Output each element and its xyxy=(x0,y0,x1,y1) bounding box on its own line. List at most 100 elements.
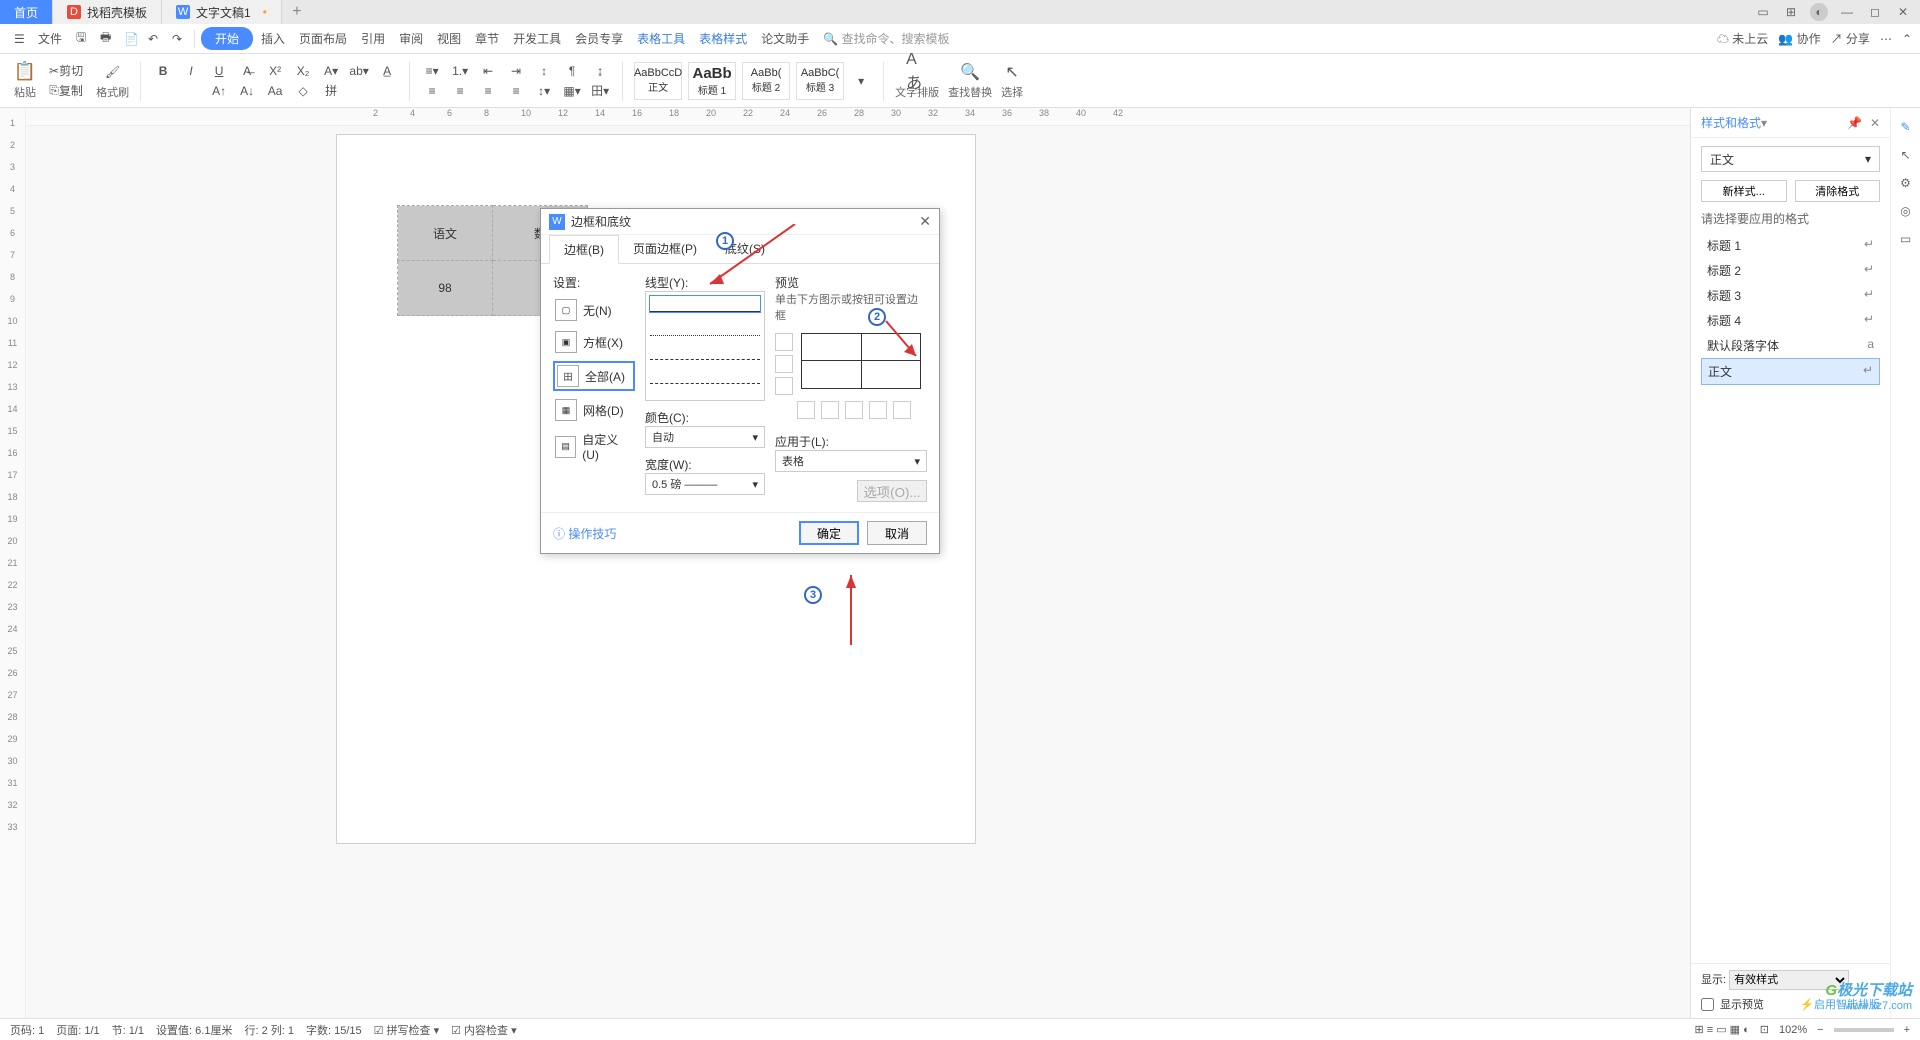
dialog-tab-page-border[interactable]: 页面边框(P) xyxy=(619,235,711,263)
menu-thesis[interactable]: 论文助手 xyxy=(755,27,815,50)
panel-close-icon[interactable]: ✕ xyxy=(1870,116,1880,130)
status-contentcheck[interactable]: ☑ 内容检查 ▾ xyxy=(451,1022,517,1038)
line-type-list[interactable] xyxy=(645,291,765,401)
print-icon[interactable]: 🖶 xyxy=(94,25,116,52)
view-mode-icons[interactable]: ⊞ ≡ ▭ ▦ ◐ xyxy=(1694,1023,1749,1036)
underline-btn[interactable]: U xyxy=(208,61,230,81)
subscript-btn[interactable]: X₂ xyxy=(292,61,314,81)
style-item-default[interactable]: 默认段落字体a xyxy=(1701,333,1880,358)
table-cell[interactable]: 语文 xyxy=(398,206,493,261)
zoom-slider[interactable] xyxy=(1834,1028,1894,1032)
more-icon[interactable]: ⋯ xyxy=(1880,32,1892,46)
ok-button[interactable]: 确定 xyxy=(799,521,859,545)
cut-btn[interactable]: ✂ 剪切 xyxy=(45,61,87,81)
style-h3[interactable]: AaBbC(标题 3 xyxy=(796,62,844,100)
collapse-icon[interactable]: ⌃ xyxy=(1902,32,1912,46)
menu-section[interactable]: 章节 xyxy=(469,27,505,50)
border-diag1-btn[interactable] xyxy=(797,401,815,419)
style-item-normal[interactable]: 正文↵ xyxy=(1701,358,1880,385)
menu-start[interactable]: 开始 xyxy=(201,27,253,50)
tab-add[interactable]: + xyxy=(282,3,312,21)
border-diag2-btn[interactable] xyxy=(893,401,911,419)
italic-btn[interactable]: I xyxy=(180,61,202,81)
styles-more[interactable]: ▾ xyxy=(850,71,872,91)
font-grow-btn[interactable]: A↑ xyxy=(208,81,230,101)
line-solid[interactable] xyxy=(650,296,760,312)
maximize-icon[interactable]: ◻ xyxy=(1866,3,1884,21)
minimize-icon[interactable]: — xyxy=(1838,3,1856,21)
border-top-btn[interactable] xyxy=(775,333,793,351)
numbering-btn[interactable]: 1.▾ xyxy=(449,61,471,81)
bullets-btn[interactable]: ≡▾ xyxy=(421,61,443,81)
tool-cursor-icon[interactable]: ↖ xyxy=(1900,148,1910,162)
menu-table-style[interactable]: 表格样式 xyxy=(693,27,753,50)
strike-btn[interactable]: A̶ xyxy=(236,61,258,81)
file-menu[interactable]: 文件 xyxy=(32,27,68,50)
change-case-btn[interactable]: Aa xyxy=(264,81,286,101)
setting-grid[interactable]: ▦网格(D) xyxy=(553,397,635,423)
tab-templates[interactable]: D 找稻壳模板 xyxy=(53,0,162,24)
undo-icon[interactable]: ↶ xyxy=(142,29,164,49)
superscript-btn[interactable]: X² xyxy=(264,61,286,81)
command-search[interactable]: 🔍 查找命令、搜索模板 xyxy=(817,27,955,50)
align-right-btn[interactable]: ≡ xyxy=(477,81,499,101)
phonetic-btn[interactable]: 拼 xyxy=(320,81,342,101)
indent-btn[interactable]: ⇥ xyxy=(505,61,527,81)
line-dashed[interactable] xyxy=(650,344,760,360)
select-icon[interactable]: ↖ xyxy=(1001,62,1023,82)
collab-btn[interactable]: 👥 协作 xyxy=(1778,30,1820,47)
find-replace-icon[interactable]: 🔍 xyxy=(959,62,981,82)
line-spacing-btn[interactable]: ↕▾ xyxy=(533,81,555,101)
shading-btn[interactable]: ▦▾ xyxy=(561,81,583,101)
menu-insert[interactable]: 插入 xyxy=(255,27,291,50)
save-icon[interactable]: 🖫 xyxy=(70,25,92,52)
setting-box[interactable]: ▣方框(X) xyxy=(553,329,635,355)
dialog-tab-border[interactable]: 边框(B) xyxy=(549,235,619,264)
border-left-btn[interactable] xyxy=(821,401,839,419)
style-item-h4[interactable]: 标题 4↵ xyxy=(1701,308,1880,333)
line-dashdotdot[interactable] xyxy=(650,392,760,401)
align-center-btn[interactable]: ≡ xyxy=(449,81,471,101)
user-icon[interactable]: ◐ xyxy=(1810,3,1828,21)
current-style-select[interactable]: 正文▾ xyxy=(1701,146,1880,172)
align-justify-btn[interactable]: ≡ xyxy=(505,81,527,101)
line-dashdot[interactable] xyxy=(650,368,760,384)
cancel-button[interactable]: 取消 xyxy=(867,521,927,545)
menu-table-tools[interactable]: 表格工具 xyxy=(631,27,691,50)
zoom-in[interactable]: + xyxy=(1904,1024,1910,1036)
font-color-btn[interactable]: A▾ xyxy=(320,61,342,81)
menu-view[interactable]: 视图 xyxy=(431,27,467,50)
layout-icon[interactable]: ▭ xyxy=(1754,3,1772,21)
bold-btn[interactable]: B xyxy=(152,61,174,81)
menu-vip[interactable]: 会员专享 xyxy=(569,27,629,50)
zoom-value[interactable]: 102% xyxy=(1779,1024,1807,1036)
menu-devtools[interactable]: 开发工具 xyxy=(507,27,567,50)
style-normal[interactable]: AaBbCcD正文 xyxy=(634,62,682,100)
fit-icon[interactable]: ⊡ xyxy=(1760,1023,1769,1036)
tab-doc1[interactable]: W 文字文稿1 xyxy=(162,0,282,24)
text-layout-icon[interactable]: Aあ xyxy=(906,62,928,82)
font-box-btn[interactable]: A̲ xyxy=(376,61,398,81)
dialog-close-icon[interactable]: ✕ xyxy=(919,213,931,230)
tool-pencil-icon[interactable]: ✎ xyxy=(1900,120,1910,134)
apply-combo[interactable]: 表格▾ xyxy=(775,450,927,472)
tool-book-icon[interactable]: ▭ xyxy=(1900,232,1911,246)
font-shrink-btn[interactable]: A↓ xyxy=(236,81,258,101)
align-left-btn[interactable]: ≡ xyxy=(421,81,443,101)
line-dotted[interactable] xyxy=(650,320,760,336)
paste-icon[interactable]: 📋 xyxy=(14,62,36,82)
style-h2[interactable]: AaBb(标题 2 xyxy=(742,62,790,100)
tool-location-icon[interactable]: ◎ xyxy=(1900,204,1910,218)
tool-settings-icon[interactable]: ⚙ xyxy=(1900,176,1911,190)
setting-custom[interactable]: ▤自定义(U) xyxy=(553,429,635,464)
border-bottom-btn[interactable] xyxy=(775,377,793,395)
style-h1[interactable]: AaBb标题 1 xyxy=(688,62,736,100)
redo-icon[interactable]: ↷ xyxy=(166,29,188,49)
style-item-h1[interactable]: 标题 1↵ xyxy=(1701,233,1880,258)
sort-btn[interactable]: ↕ xyxy=(533,61,555,81)
clear-format-btn[interactable]: 清除格式 xyxy=(1795,180,1881,202)
border-hmid-btn[interactable] xyxy=(775,355,793,373)
menu-review[interactable]: 审阅 xyxy=(393,27,429,50)
table-cell[interactable]: 98 xyxy=(398,261,493,316)
preview-checkbox[interactable] xyxy=(1701,998,1714,1011)
